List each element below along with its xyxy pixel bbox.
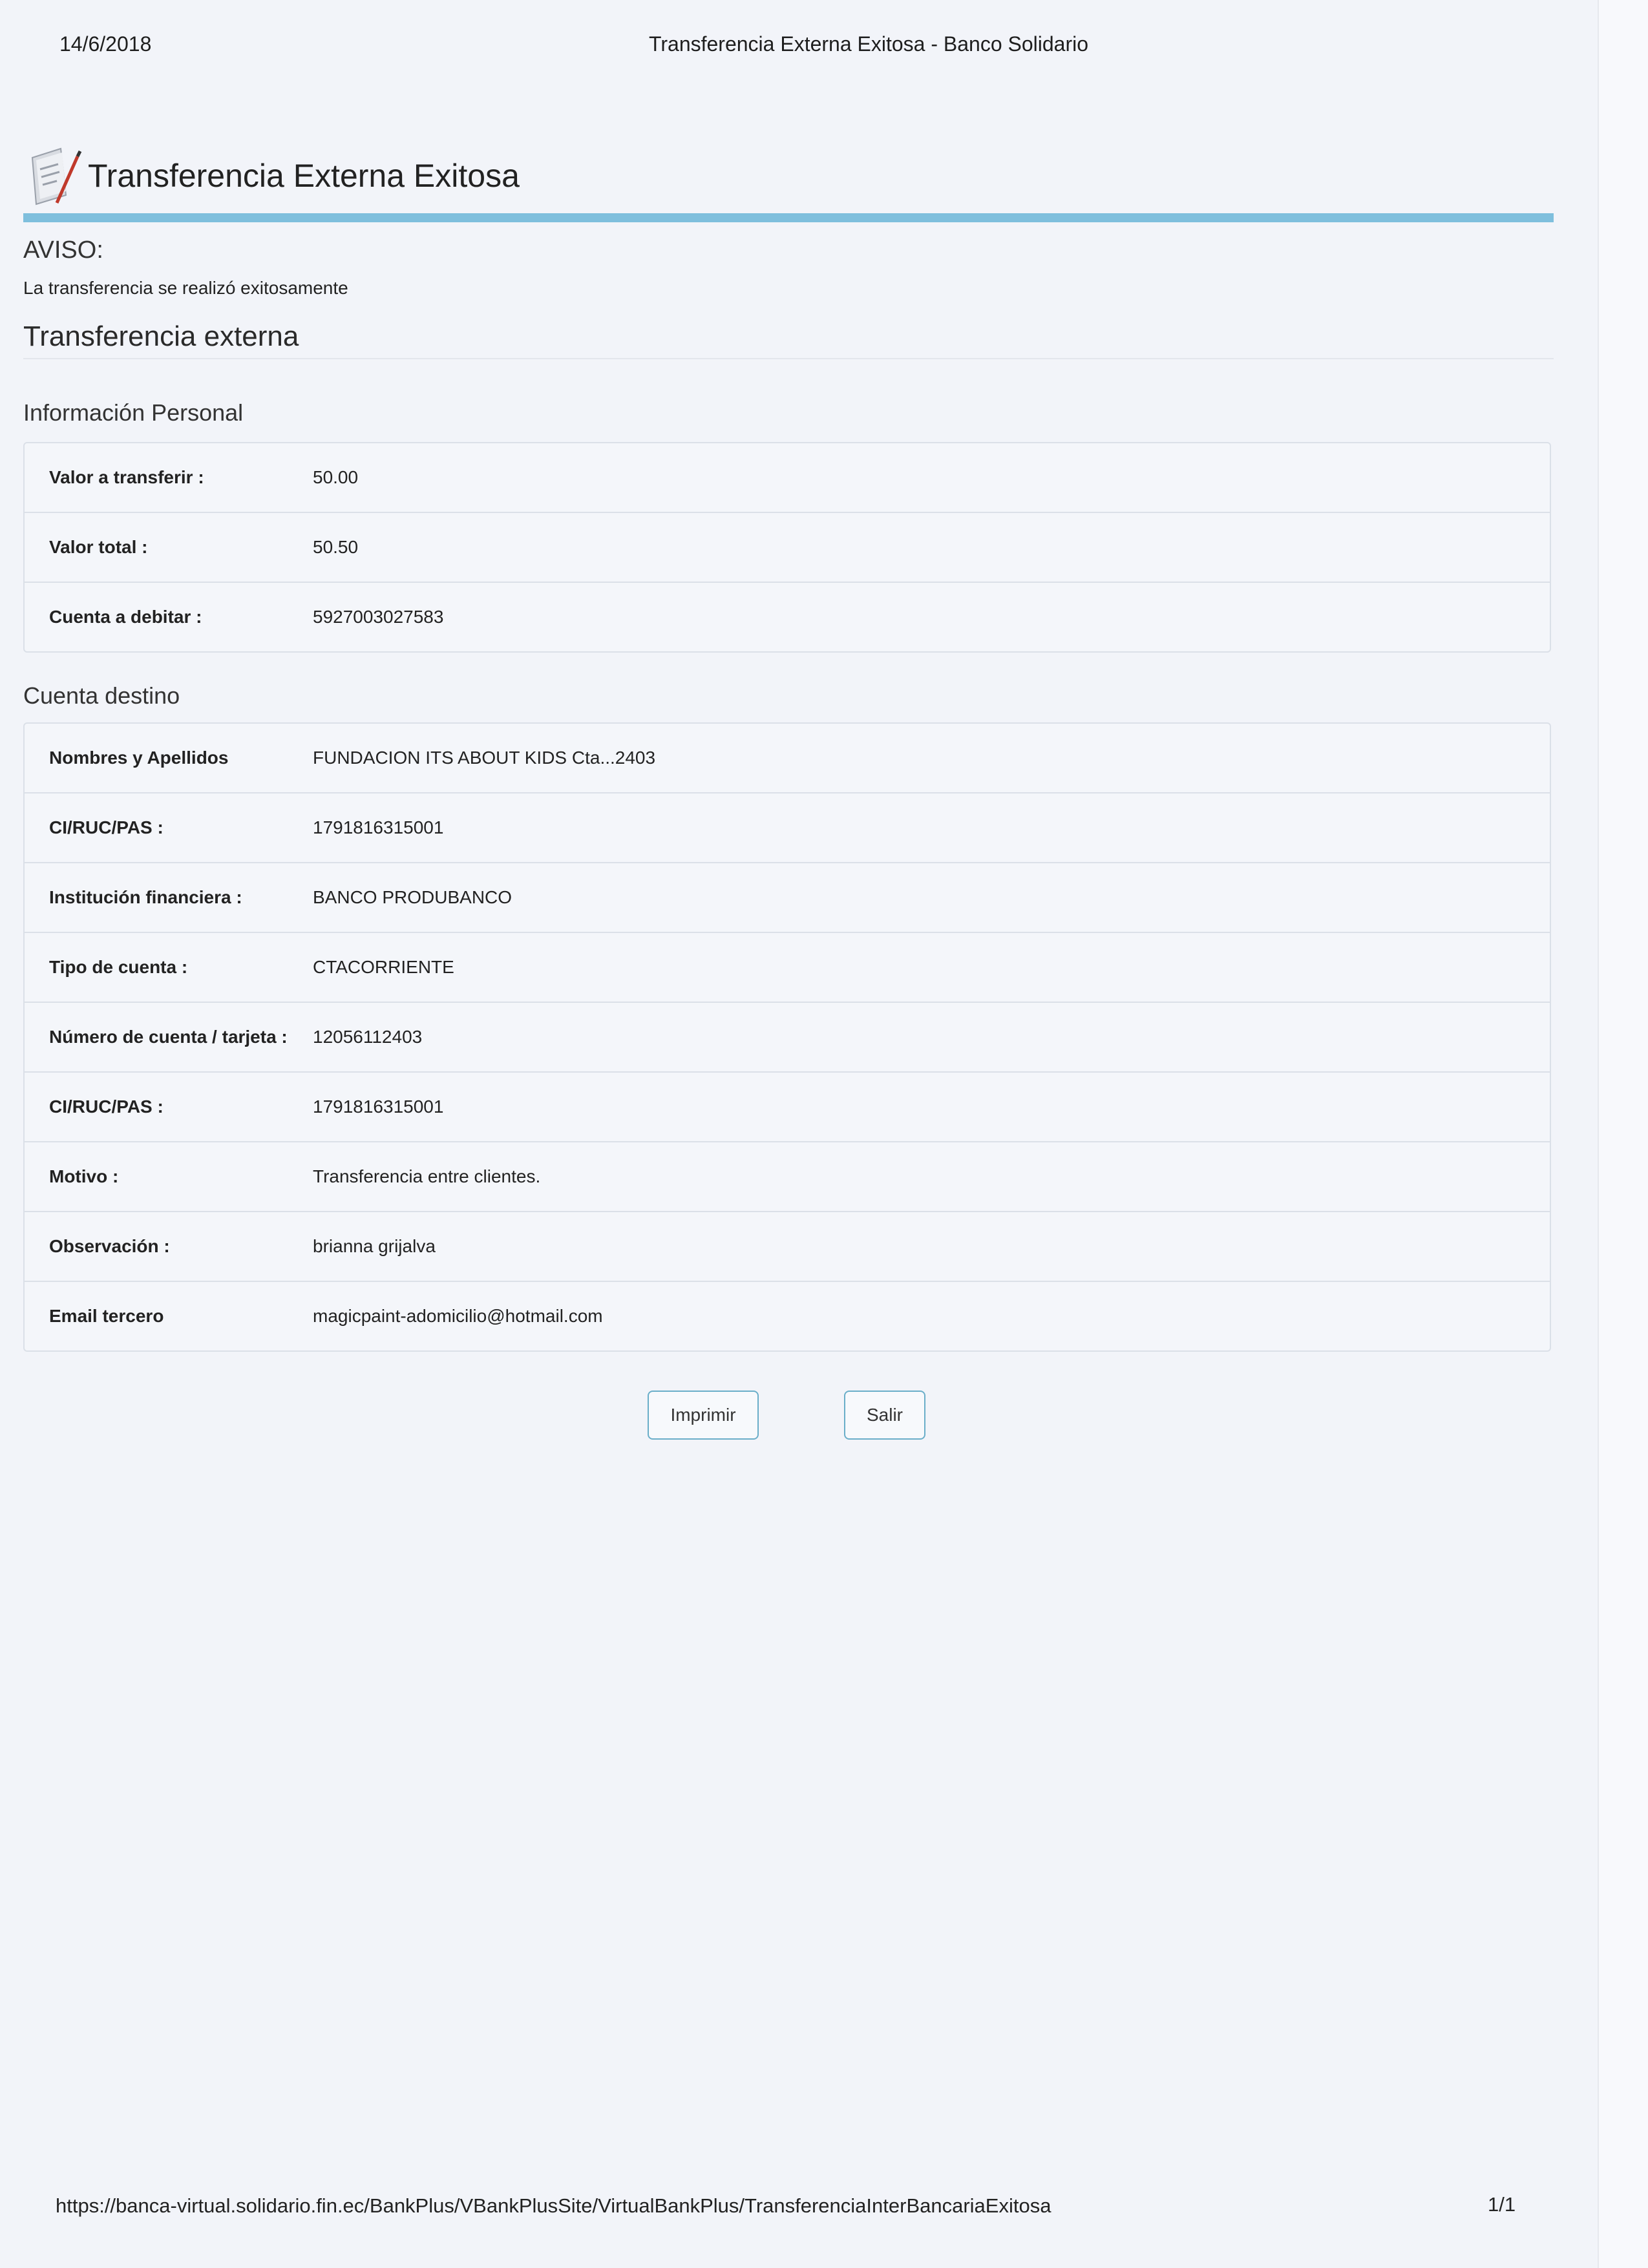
detail-value: 50.00 xyxy=(313,467,359,487)
scan-page-edge xyxy=(1598,0,1648,2268)
page-title: Transferencia Externa Exitosa xyxy=(88,158,520,194)
detail-value: FUNDACION ITS ABOUT KIDS Cta...2403 xyxy=(313,748,656,768)
detail-label: Cuenta a debitar : xyxy=(49,607,202,627)
detail-value: 50.50 xyxy=(313,537,359,557)
notice-heading: AVISO: xyxy=(23,236,103,264)
detail-value: Transferencia entre clientes. xyxy=(313,1166,541,1186)
detail-value: CTACORRIENTE xyxy=(313,957,454,977)
detail-label: Valor total : xyxy=(49,537,148,557)
detail-value: magicpaint-adomicilio@hotmail.com xyxy=(313,1306,603,1326)
section-title: Transferencia externa xyxy=(23,320,299,352)
detail-label: Nombres y Apellidos xyxy=(49,748,229,768)
title-accent-bar xyxy=(23,213,1554,222)
exit-button[interactable]: Salir xyxy=(844,1391,925,1440)
detail-value: 12056112403 xyxy=(313,1027,423,1047)
detail-label: Motivo : xyxy=(49,1166,119,1186)
detail-row: Valor a transferir : 50.00 xyxy=(25,443,1550,512)
detail-label: Tipo de cuenta : xyxy=(49,957,188,977)
detail-row: Número de cuenta / tarjeta : 12056112403 xyxy=(25,1002,1550,1071)
print-page-number: 1/1 xyxy=(1488,2193,1516,2216)
detail-value: 1791816315001 xyxy=(313,817,444,837)
detail-label: Observación : xyxy=(49,1236,170,1256)
detail-value: 5927003027583 xyxy=(313,607,444,627)
notice-message: La transferencia se realizó exitosamente xyxy=(23,278,348,298)
detail-label: Valor a transferir : xyxy=(49,467,204,487)
detail-row: Email tercero magicpaint-adomicilio@hotm… xyxy=(25,1281,1550,1350)
print-url: https://banca-virtual.solidario.fin.ec/B… xyxy=(56,2194,1051,2217)
destination-title: Cuenta destino xyxy=(23,682,180,709)
detail-label: Email tercero xyxy=(49,1306,164,1326)
page-header: Transferencia Externa Exitosa xyxy=(27,143,520,208)
detail-row: Nombres y Apellidos FUNDACION ITS ABOUT … xyxy=(25,724,1550,792)
print-date: 14/6/2018 xyxy=(59,32,152,56)
print-button[interactable]: Imprimir xyxy=(648,1391,759,1440)
detail-label: Número de cuenta / tarjeta : xyxy=(49,1027,288,1047)
detail-row: Tipo de cuenta : CTACORRIENTE xyxy=(25,932,1550,1002)
destination-panel: Nombres y Apellidos FUNDACION ITS ABOUT … xyxy=(23,722,1551,1352)
detail-row: Valor total : 50.50 xyxy=(25,512,1550,582)
detail-row: Institución financiera : BANCO PRODUBANC… xyxy=(25,862,1550,932)
detail-value: BANCO PRODUBANCO xyxy=(313,887,512,907)
detail-row: CI/RUC/PAS : 1791816315001 xyxy=(25,1071,1550,1141)
print-document-title: Transferencia Externa Exitosa - Banco So… xyxy=(649,32,1089,56)
detail-row: Observación : brianna grijalva xyxy=(25,1211,1550,1281)
detail-label: Institución financiera : xyxy=(49,887,242,907)
detail-label: CI/RUC/PAS : xyxy=(49,1097,164,1117)
detail-value: 1791816315001 xyxy=(313,1097,444,1117)
detail-row: Cuenta a debitar : 5927003027583 xyxy=(25,582,1550,651)
detail-row: CI/RUC/PAS : 1791816315001 xyxy=(25,792,1550,862)
personal-info-panel: Valor a transferir : 50.00 Valor total :… xyxy=(23,442,1551,653)
document-pen-icon xyxy=(31,147,82,205)
personal-info-title: Información Personal xyxy=(23,399,244,426)
detail-label: CI/RUC/PAS : xyxy=(49,817,164,837)
detail-value: brianna grijalva xyxy=(313,1236,436,1256)
detail-row: Motivo : Transferencia entre clientes. xyxy=(25,1141,1550,1211)
section-divider xyxy=(23,358,1554,359)
